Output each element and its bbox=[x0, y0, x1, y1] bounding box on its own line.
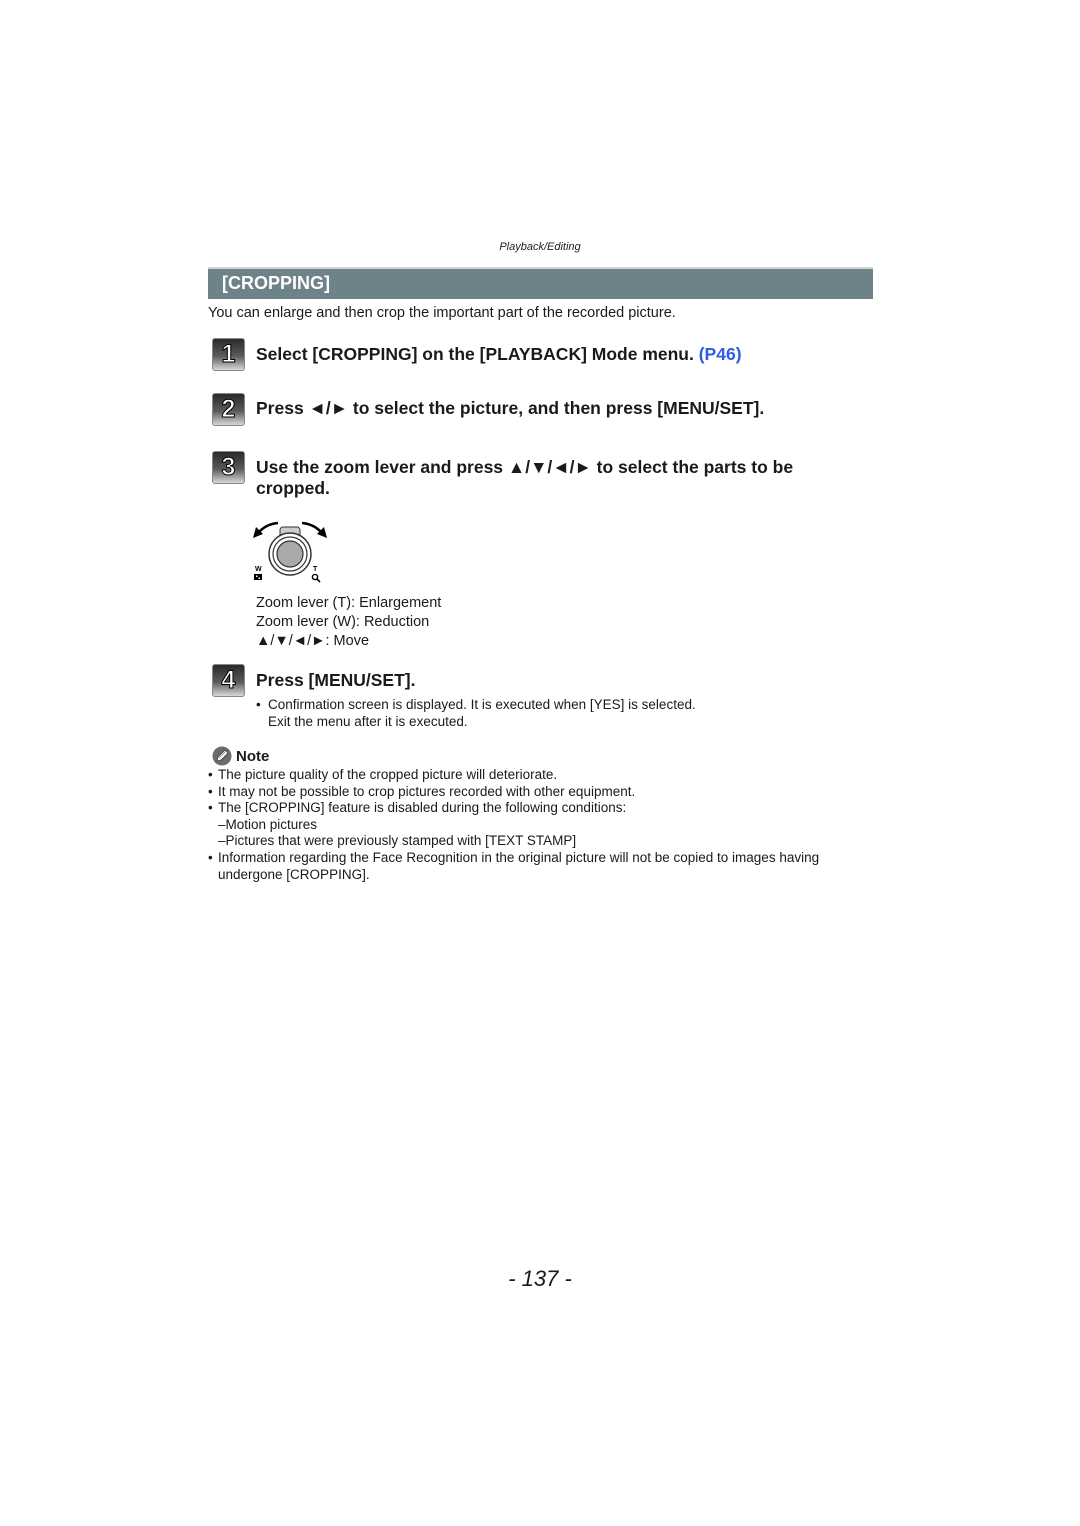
step-number-2: 2 bbox=[212, 393, 245, 426]
wide-grid-icon bbox=[254, 574, 262, 580]
section-header: [CROPPING] bbox=[208, 267, 873, 299]
pencil-icon bbox=[212, 746, 232, 766]
step-4-text: Press [MENU/SET]. bbox=[256, 670, 416, 690]
zoom-lever-legend: Zoom lever (T): Enlargement Zoom lever (… bbox=[256, 594, 441, 651]
step-3-text: Use the zoom lever and press ▲/▼/◄/► to … bbox=[256, 457, 794, 498]
step-1-text: Select [CROPPING] on the [PLAYBACK] Mode… bbox=[256, 344, 694, 364]
note-item: It may not be possible to crop pictures … bbox=[208, 784, 878, 801]
zoom-t-description: Zoom lever (T): Enlargement bbox=[256, 595, 442, 611]
magnifier-icon bbox=[311, 573, 321, 583]
note-item: Information regarding the Face Recogniti… bbox=[208, 850, 878, 883]
note-body: The picture quality of the cropped pictu… bbox=[208, 767, 878, 883]
note-heading: Note bbox=[212, 746, 269, 766]
step-number-4: 4 bbox=[212, 664, 245, 697]
zoom-w-description: Zoom lever (W): Reduction bbox=[256, 614, 430, 630]
confirmation-text: Confirmation screen is displayed. It is … bbox=[268, 697, 696, 712]
note-sub-item: –Motion pictures bbox=[218, 816, 318, 832]
page-reference-link[interactable]: (P46) bbox=[699, 344, 742, 364]
note-title: Note bbox=[236, 747, 270, 765]
move-description: ▲/▼/◄/►: Move bbox=[256, 633, 370, 649]
note-item: The [CROPPING] feature is disabled durin… bbox=[208, 800, 878, 817]
step-number-1: 1 bbox=[212, 338, 245, 371]
t-label: T bbox=[313, 566, 318, 573]
rotate-right-arrow-icon bbox=[301, 521, 327, 538]
step-1: Select [CROPPING] on the [PLAYBACK] Mode… bbox=[256, 344, 742, 365]
rotate-left-arrow-icon bbox=[253, 521, 279, 538]
confirmation-bullet: • Confirmation screen is displayed. It i… bbox=[256, 697, 696, 729]
w-label: W bbox=[255, 566, 262, 573]
running-head: Playback/Editing bbox=[499, 241, 581, 253]
intro-text: You can enlarge and then crop the import… bbox=[208, 305, 676, 321]
step-4-detail: • Confirmation screen is displayed. It i… bbox=[256, 697, 696, 730]
zoom-lever-icon bbox=[268, 526, 312, 576]
note-item: The picture quality of the cropped pictu… bbox=[208, 767, 878, 784]
step-2-text: Press ◄/► to select the picture, and the… bbox=[256, 398, 765, 418]
step-number-3: 3 bbox=[212, 451, 245, 484]
note-sub-item: –Pictures that were previously stamped w… bbox=[218, 833, 577, 849]
page-number: - 137 - bbox=[508, 1266, 572, 1291]
zoom-lever-illustration: W T bbox=[253, 521, 327, 583]
exit-menu-text: Exit the menu after it is executed. bbox=[268, 713, 468, 729]
section-title: [CROPPING] bbox=[222, 273, 330, 293]
